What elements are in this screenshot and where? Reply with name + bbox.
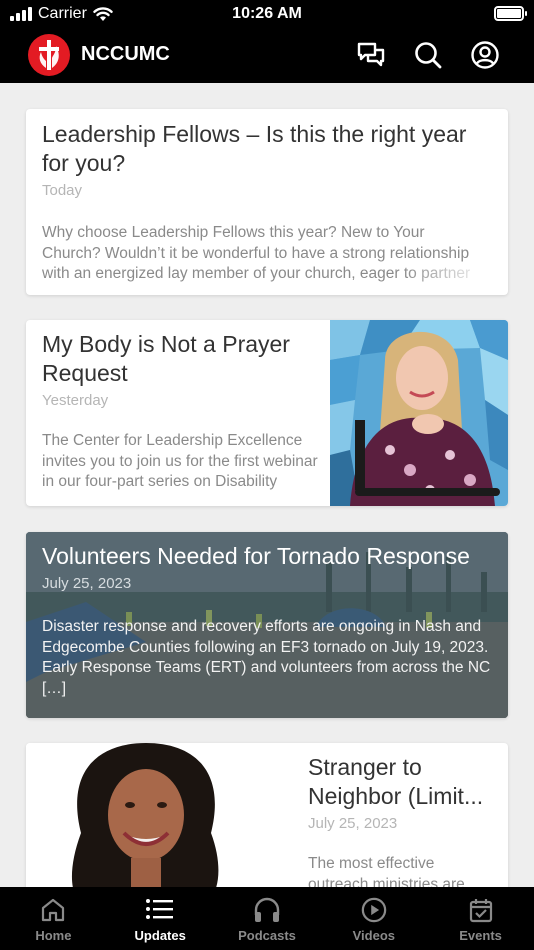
- news-card-excerpt: Why choose Leadership Fellows this year?…: [42, 223, 492, 285]
- news-card[interactable]: Stranger to Neighbor (Limit... July 25, …: [26, 743, 508, 887]
- news-card-title: Leadership Fellows – Is this the right y…: [42, 121, 467, 176]
- news-card[interactable]: My Body is Not a Prayer Request Yesterda…: [26, 320, 508, 506]
- bottom-tab-bar: Home Updates Podcasts Videos Events: [0, 887, 534, 950]
- tab-label: Home: [35, 928, 72, 943]
- news-card-excerpt: Disaster response and recovery efforts a…: [42, 618, 491, 697]
- headphones-icon: [254, 897, 280, 922]
- news-card-date: July 25, 2023: [42, 575, 132, 592]
- app-title: NCCUMC: [81, 43, 170, 65]
- news-card-photo: [330, 320, 508, 506]
- cross-and-flame-logo-icon: [28, 34, 70, 76]
- excerpt-line: Why choose Leadership Fellows this year?…: [42, 224, 425, 241]
- news-card[interactable]: Leadership Fellows – Is this the right y…: [26, 109, 508, 295]
- news-card-excerpt: The Center for Leadership Excellence inv…: [42, 432, 318, 490]
- tab-label: Videos: [352, 928, 395, 943]
- news-card-title: My Body is Not a Prayer Request: [42, 331, 290, 386]
- battery-icon: [494, 6, 527, 21]
- tab-podcasts[interactable]: Podcasts: [214, 887, 321, 950]
- tab-events[interactable]: Events: [427, 887, 534, 950]
- tab-updates[interactable]: Updates: [107, 887, 214, 950]
- tab-label: Podcasts: [238, 928, 296, 943]
- home-icon: [42, 898, 65, 922]
- status-bar: Carrier 10:26 AM: [0, 0, 534, 28]
- title-line: Neighbor (Limit...: [308, 783, 484, 809]
- chat-bubbles-icon[interactable]: [355, 39, 387, 71]
- excerpt-line: Church? Wouldn’t it be wonderful to have…: [42, 244, 470, 262]
- account-icon[interactable]: [469, 39, 501, 71]
- news-card-photo: [26, 743, 294, 887]
- news-card-date: Today: [42, 182, 83, 199]
- news-card[interactable]: Volunteers Needed for Tornado Response J…: [26, 532, 508, 718]
- calendar-check-icon: [469, 899, 492, 923]
- news-card-title: Volunteers Needed for Tornado Response: [42, 543, 470, 569]
- tab-label: Events: [459, 928, 502, 943]
- news-card-excerpt: The most effective outreach ministries a…: [308, 855, 465, 887]
- news-card-date: Yesterday: [42, 392, 109, 409]
- tab-videos[interactable]: Videos: [320, 887, 427, 950]
- tab-home[interactable]: Home: [0, 887, 107, 950]
- tab-label: Updates: [134, 928, 186, 943]
- news-card-date: July 25, 2023: [308, 815, 398, 832]
- news-card-title: Stranger to Neighbor (Limit...: [308, 753, 498, 811]
- app-header: NCCUMC: [0, 28, 534, 83]
- excerpt-line: with an energized lay member of your chu…: [42, 265, 471, 282]
- title-line: Stranger to: [308, 754, 422, 780]
- search-icon[interactable]: [412, 39, 444, 71]
- updates-feed[interactable]: Leadership Fellows – Is this the right y…: [0, 83, 534, 887]
- play-circle-icon: [361, 897, 387, 923]
- status-time: 10:26 AM: [232, 5, 302, 22]
- list-icon: [146, 899, 174, 919]
